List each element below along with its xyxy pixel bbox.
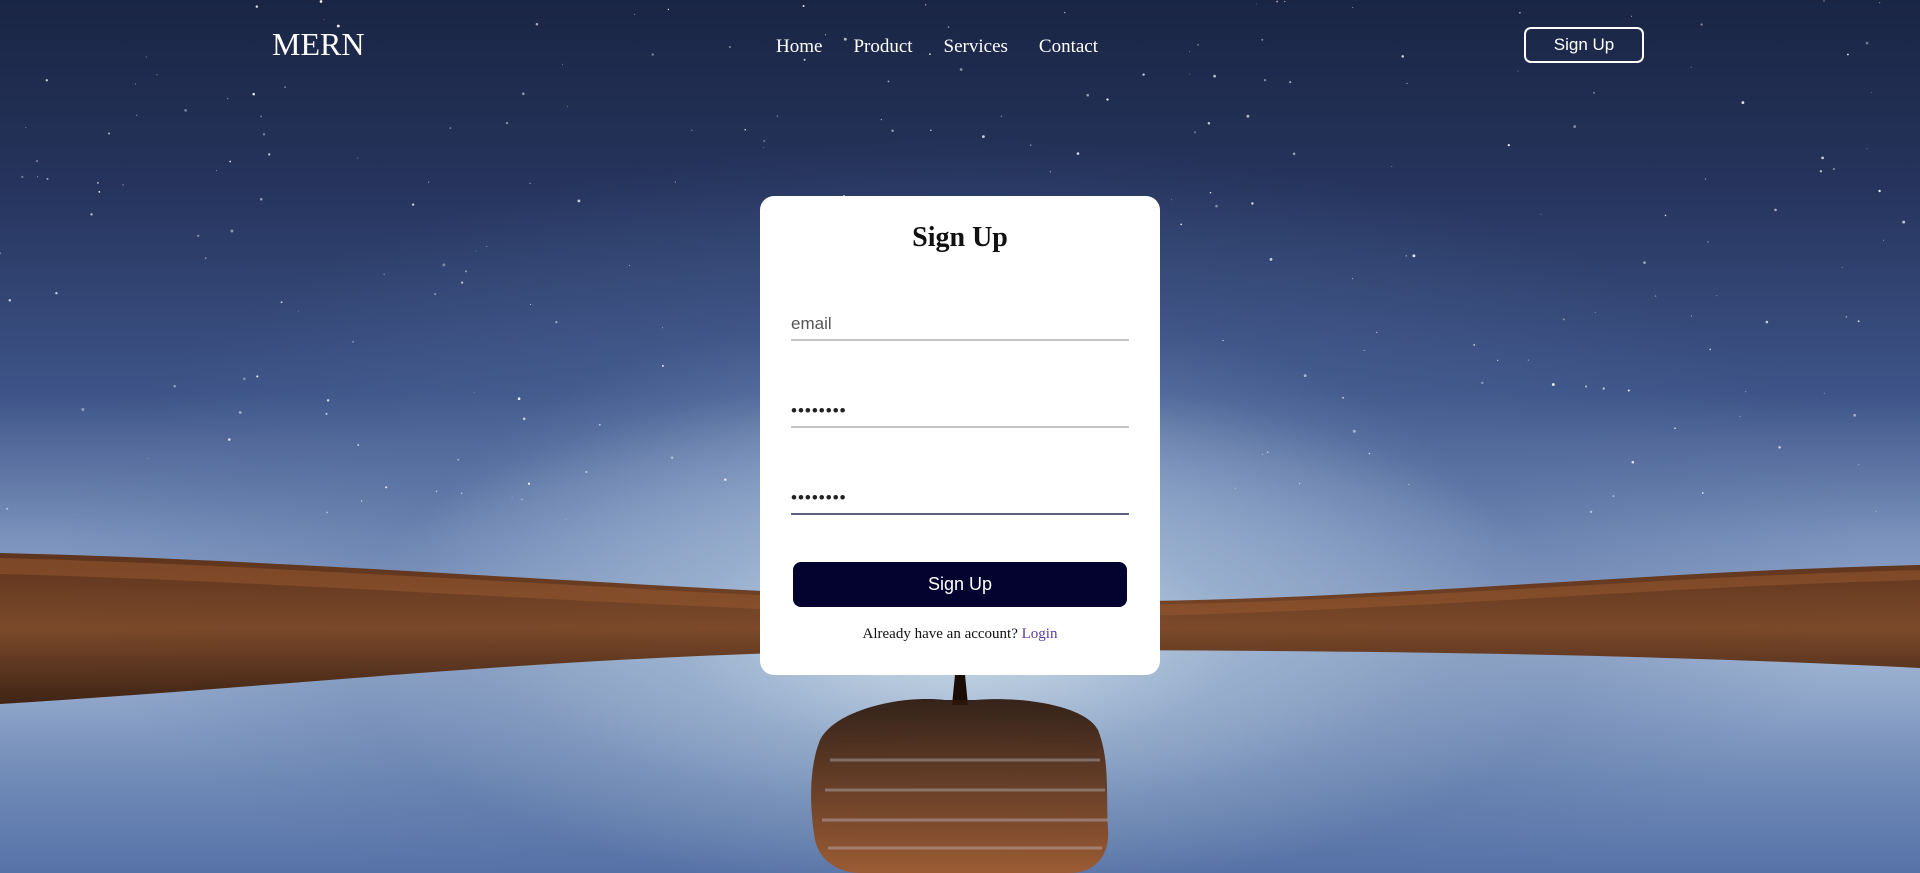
login-prompt: Already have an account? Login <box>760 626 1160 643</box>
confirm-password-input[interactable] <box>791 483 1129 515</box>
nav-link-contact[interactable]: Contact <box>1039 36 1098 58</box>
login-prompt-text: Already have an account? <box>862 626 1018 642</box>
nav-link-services[interactable]: Services <box>944 36 1008 58</box>
password-input[interactable] <box>791 396 1129 428</box>
nav-signup-button[interactable]: Sign Up <box>1524 27 1644 63</box>
login-link[interactable]: Login <box>1022 626 1058 642</box>
nav-links: Home Product Services Contact <box>776 36 1098 58</box>
nav-link-home[interactable]: Home <box>776 36 822 58</box>
tree-reflection <box>811 675 1109 873</box>
brand-logo[interactable]: MERN <box>272 26 364 63</box>
nav-link-product[interactable]: Product <box>853 36 912 58</box>
signup-submit-button[interactable]: Sign Up <box>793 562 1127 607</box>
email-input[interactable] <box>791 309 1129 341</box>
signup-card: Sign Up Sign Up Already have an account?… <box>760 196 1160 675</box>
top-navbar: MERN Home Product Services Contact Sign … <box>0 0 1920 92</box>
form-title: Sign Up <box>912 222 1008 253</box>
